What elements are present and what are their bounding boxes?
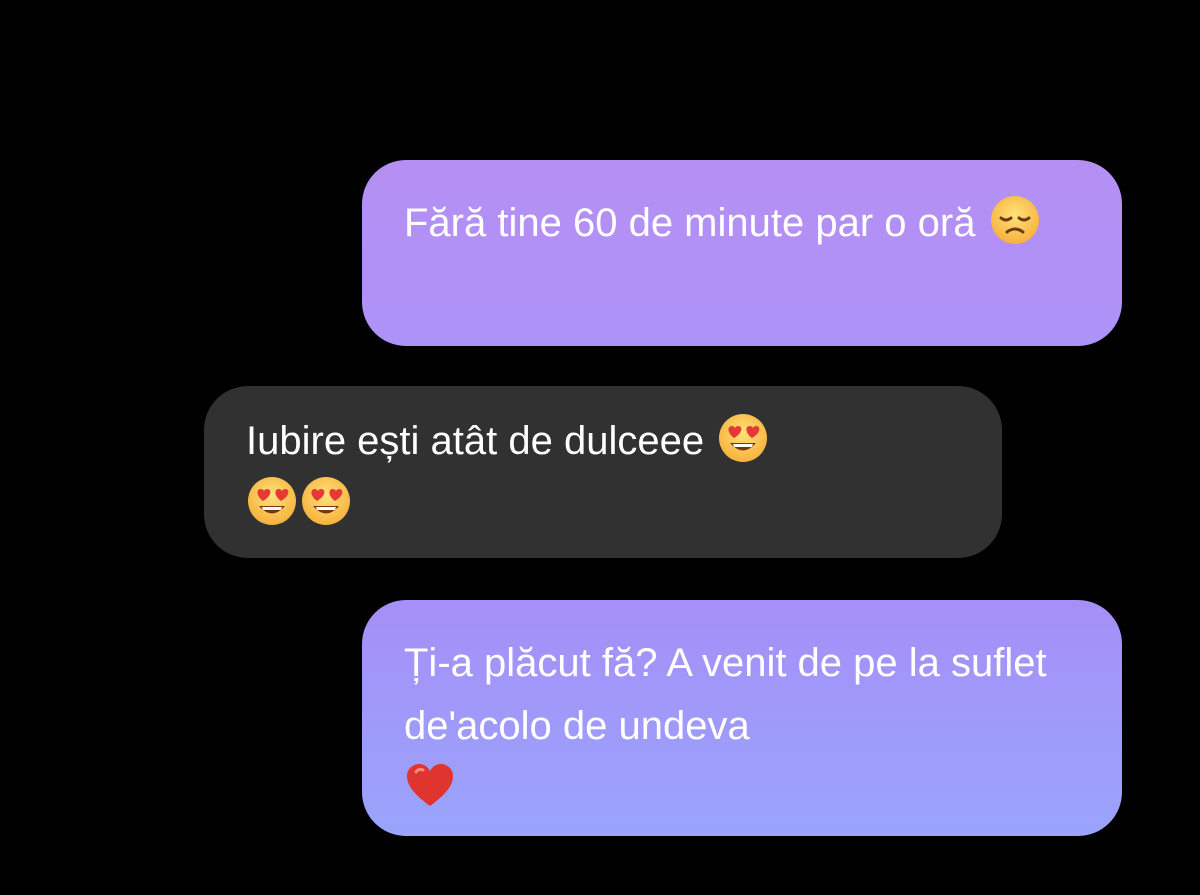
message-text: Fără tine 60 de minute par o oră	[404, 201, 976, 245]
heart-eyes-face-icon	[717, 412, 769, 464]
chat-thread: Fără tine 60 de minute par o oră Iubire …	[0, 0, 1200, 895]
heart-eyes-face-icon	[300, 475, 352, 527]
outgoing-message-bubble[interactable]: Fără tine 60 de minute par o oră	[362, 160, 1122, 346]
incoming-message-bubble[interactable]: Iubire ești atât de dulceee	[204, 386, 1002, 558]
red-heart-icon	[404, 760, 456, 812]
disappointed-face-icon	[989, 194, 1041, 246]
heart-eyes-face-icon	[246, 475, 298, 527]
message-text: Ți-a plăcut fă? A venit de pe la suflet …	[404, 641, 1047, 748]
message-text: Iubire ești atât de dulceee	[246, 419, 705, 463]
outgoing-message-bubble[interactable]: Ți-a plăcut fă? A venit de pe la suflet …	[362, 600, 1122, 836]
